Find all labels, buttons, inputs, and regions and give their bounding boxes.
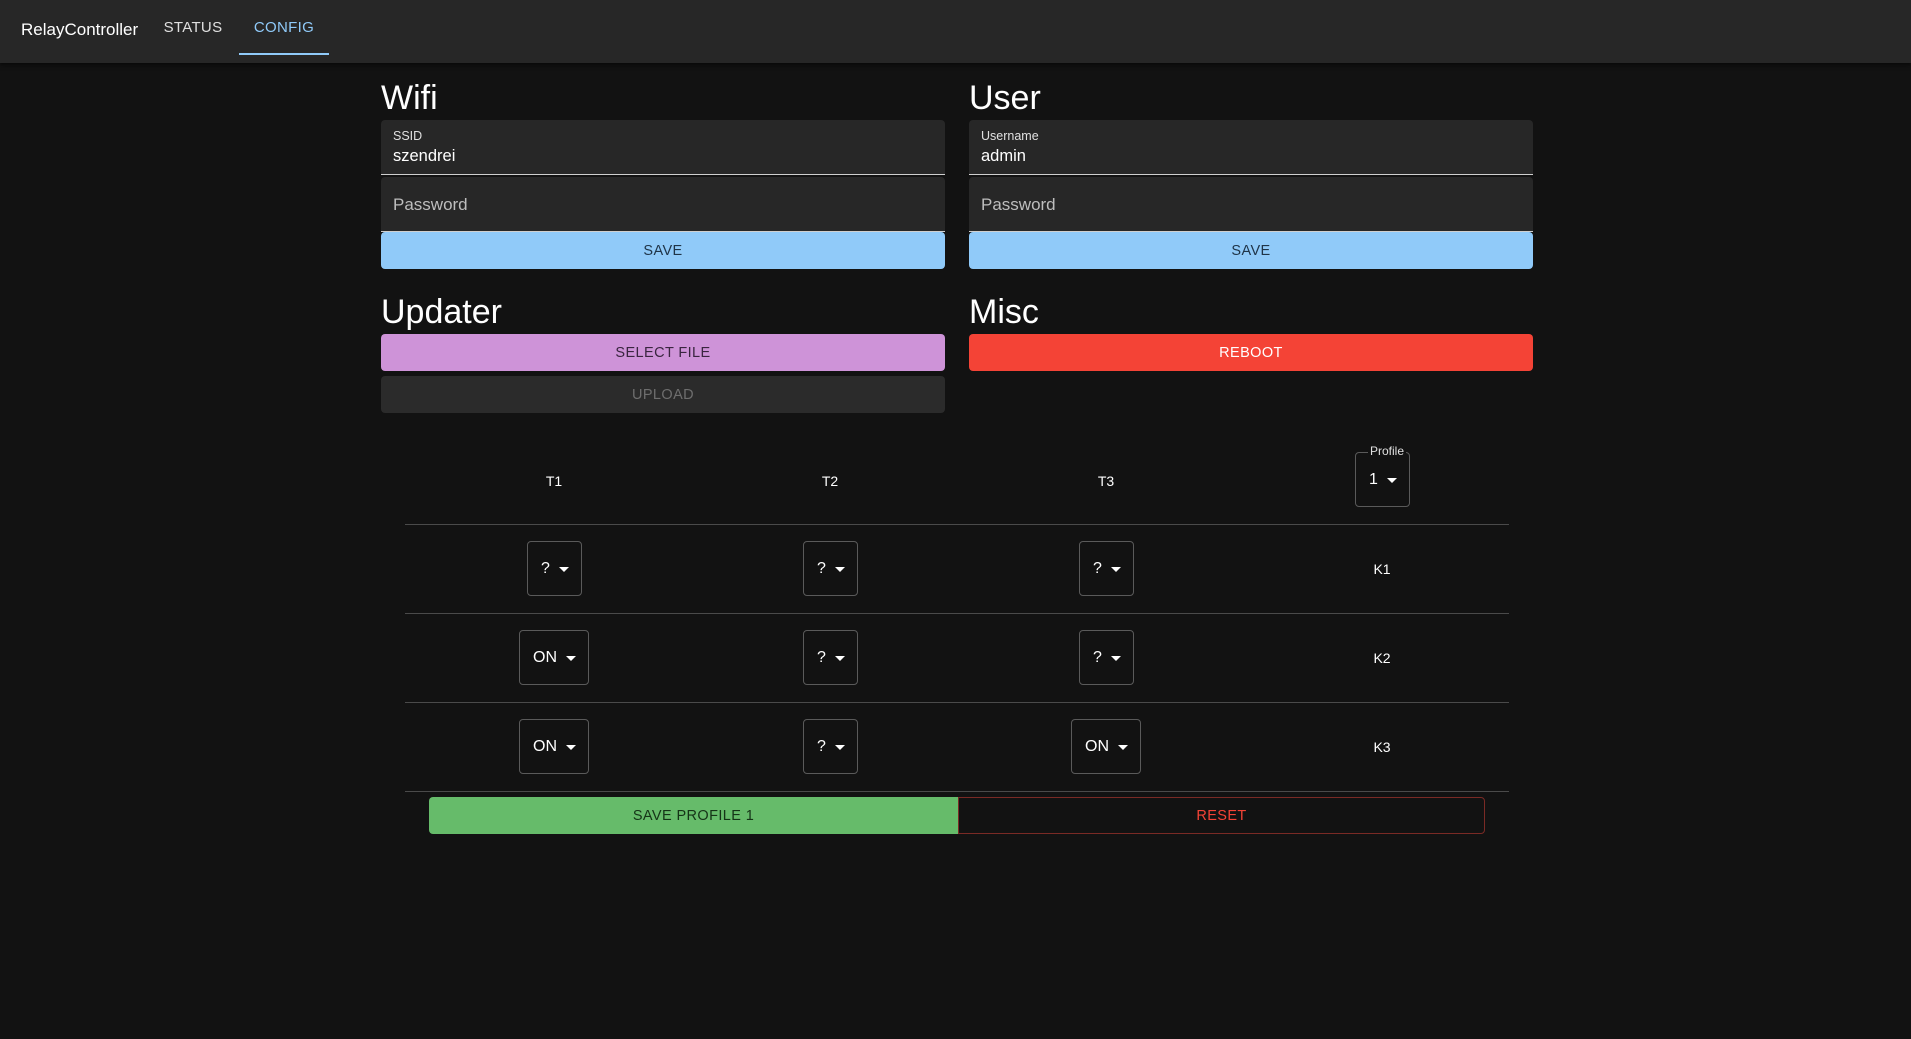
ssid-value[interactable]: szendrei [393, 147, 455, 166]
select-value: ? [817, 648, 826, 666]
user-password-placeholder: Password [981, 195, 1056, 214]
select-k1-t1[interactable]: ? [527, 541, 582, 596]
select-k1-t3[interactable]: ? [1079, 541, 1134, 596]
ssid-label: SSID [393, 129, 423, 143]
chevron-down-icon [835, 567, 845, 572]
row-label-k1: K1 [1373, 561, 1391, 577]
profile-select-value: 1 [1369, 470, 1378, 488]
app-bar: RelayController STATUS CONFIG [0, 0, 1911, 63]
table-divider [405, 524, 1509, 525]
username-field[interactable]: Username admin [969, 120, 1533, 175]
select-k2-t3[interactable]: ? [1079, 630, 1134, 685]
misc-heading: Misc [969, 293, 1039, 331]
wifi-save-button[interactable]: SAVE [381, 232, 945, 269]
column-header-t3: T3 [1097, 473, 1115, 489]
chevron-down-icon [566, 656, 576, 661]
select-value: ON [533, 737, 557, 755]
chevron-down-icon [1118, 745, 1128, 750]
username-value[interactable]: admin [981, 147, 1026, 166]
upload-button[interactable]: UPLOAD [381, 376, 945, 413]
select-value: ? [1093, 648, 1102, 666]
chevron-down-icon [1387, 478, 1397, 483]
tab-status[interactable]: STATUS [152, 0, 234, 55]
select-k3-t1[interactable]: ON [519, 719, 589, 774]
column-header-t1: T1 [545, 473, 563, 489]
save-profile-button[interactable]: SAVE PROFILE 1 [429, 797, 958, 834]
app-title: RelayController [21, 20, 139, 39]
profile-select-label: Profile [1368, 444, 1407, 458]
select-value: ? [817, 559, 826, 577]
wifi-password-field[interactable]: Password [381, 177, 945, 232]
updater-heading: Updater [381, 293, 502, 331]
select-k2-t2[interactable]: ? [803, 630, 858, 685]
chevron-down-icon [566, 745, 576, 750]
user-password-field[interactable]: Password [969, 177, 1533, 232]
wifi-heading: Wifi [381, 79, 438, 117]
chevron-down-icon [559, 567, 569, 572]
reset-button[interactable]: RESET [958, 797, 1485, 834]
select-k3-t3[interactable]: ON [1071, 719, 1141, 774]
wifi-password-placeholder: Password [393, 195, 468, 214]
select-k3-t2[interactable]: ? [803, 719, 858, 774]
select-file-button[interactable]: SELECT FILE [381, 334, 945, 371]
select-k2-t1[interactable]: ON [519, 630, 589, 685]
chevron-down-icon [835, 745, 845, 750]
profile-select[interactable]: 1 [1355, 452, 1410, 507]
user-heading: User [969, 79, 1041, 117]
select-value: ? [817, 737, 826, 755]
table-divider [405, 613, 1509, 614]
user-save-button[interactable]: SAVE [969, 232, 1533, 269]
select-value: ? [1093, 559, 1102, 577]
chevron-down-icon [835, 656, 845, 661]
chevron-down-icon [1111, 656, 1121, 661]
select-k1-t2[interactable]: ? [803, 541, 858, 596]
table-divider [405, 791, 1509, 792]
tab-config[interactable]: CONFIG [239, 0, 329, 55]
reboot-button[interactable]: REBOOT [969, 334, 1533, 371]
row-label-k2: K2 [1373, 650, 1391, 666]
select-value: ON [1085, 737, 1109, 755]
row-label-k3: K3 [1373, 739, 1391, 755]
chevron-down-icon [1111, 567, 1121, 572]
username-label: Username [981, 129, 1039, 143]
select-value: ON [533, 648, 557, 666]
select-value: ? [541, 559, 550, 577]
column-header-t2: T2 [821, 473, 839, 489]
table-divider [405, 702, 1509, 703]
ssid-field[interactable]: SSID szendrei [381, 120, 945, 175]
tab-indicator [239, 53, 329, 55]
